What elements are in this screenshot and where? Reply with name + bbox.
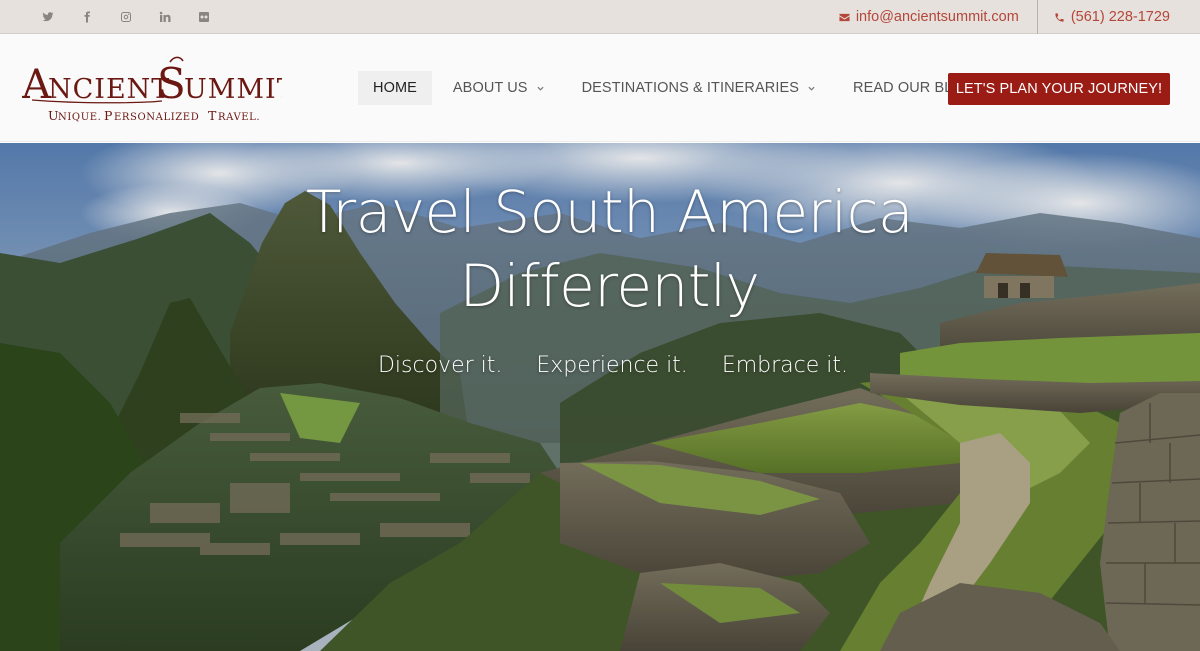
hero-title: Travel South America Differently	[0, 175, 1200, 323]
svg-text:NIQUE.: NIQUE.	[58, 112, 101, 123]
chevron-down-icon	[537, 86, 544, 91]
phone-icon	[1055, 12, 1064, 22]
main-nav: HOME ABOUT US DESTINATIONS & ITINERARIES…	[358, 71, 990, 105]
svg-text:P: P	[104, 108, 113, 123]
svg-text:T: T	[208, 108, 217, 123]
email-text: info@ancientsummit.com	[855, 9, 1019, 25]
envelope-icon	[839, 13, 850, 21]
hero-title-line1: Travel South America	[305, 178, 914, 246]
hero-taglines: Discover it. Experience it. Embrace it.	[0, 353, 1200, 378]
nav-destinations-label: DESTINATIONS & ITINERARIES	[581, 80, 800, 96]
svg-text:ERSONALIZED: ERSONALIZED	[114, 112, 199, 123]
hero-title-line2: Differently	[459, 252, 761, 320]
nav-home[interactable]: HOME	[358, 71, 432, 105]
nav-destinations[interactable]: DESTINATIONS & ITINERARIES	[567, 71, 830, 105]
plan-journey-button[interactable]: LET'S PLAN YOUR JOURNEY!	[948, 73, 1170, 105]
svg-text:UMMIT: UMMIT	[184, 74, 282, 105]
phone-link[interactable]: (561) 228-1729	[1036, 0, 1200, 34]
site-logo[interactable]: A NCIENT S UMMIT U NIQUE. P ERSONALIZED …	[21, 54, 295, 126]
contact-info: info@ancientsummit.com (561) 228-1729	[821, 0, 1200, 34]
svg-text:RAVEL.: RAVEL.	[218, 112, 260, 123]
email-link[interactable]: info@ancientsummit.com	[821, 0, 1037, 34]
social-links	[28, 0, 223, 34]
nav-about-us-label: ABOUT US	[452, 80, 528, 96]
tagline-embrace: Embrace it.	[721, 353, 848, 378]
site-header: A NCIENT S UMMIT U NIQUE. P ERSONALIZED …	[0, 34, 1200, 142]
linkedin-icon[interactable]	[145, 0, 184, 34]
flickr-icon[interactable]	[184, 0, 223, 34]
nav-home-label: HOME	[373, 80, 417, 96]
nav-about-us[interactable]: ABOUT US	[438, 71, 559, 105]
chevron-down-icon	[808, 86, 815, 91]
top-bar: info@ancientsummit.com (561) 228-1729	[0, 0, 1200, 34]
instagram-icon[interactable]	[106, 0, 145, 34]
hero-banner: Travel South America Differently Discove…	[0, 143, 1200, 651]
svg-text:NCIENT: NCIENT	[48, 74, 170, 105]
twitter-icon[interactable]	[28, 0, 67, 34]
phone-text: (561) 228-1729	[1070, 9, 1170, 25]
tagline-experience: Experience it.	[536, 353, 688, 378]
facebook-icon[interactable]	[67, 0, 106, 34]
tagline-discover: Discover it.	[377, 353, 503, 378]
